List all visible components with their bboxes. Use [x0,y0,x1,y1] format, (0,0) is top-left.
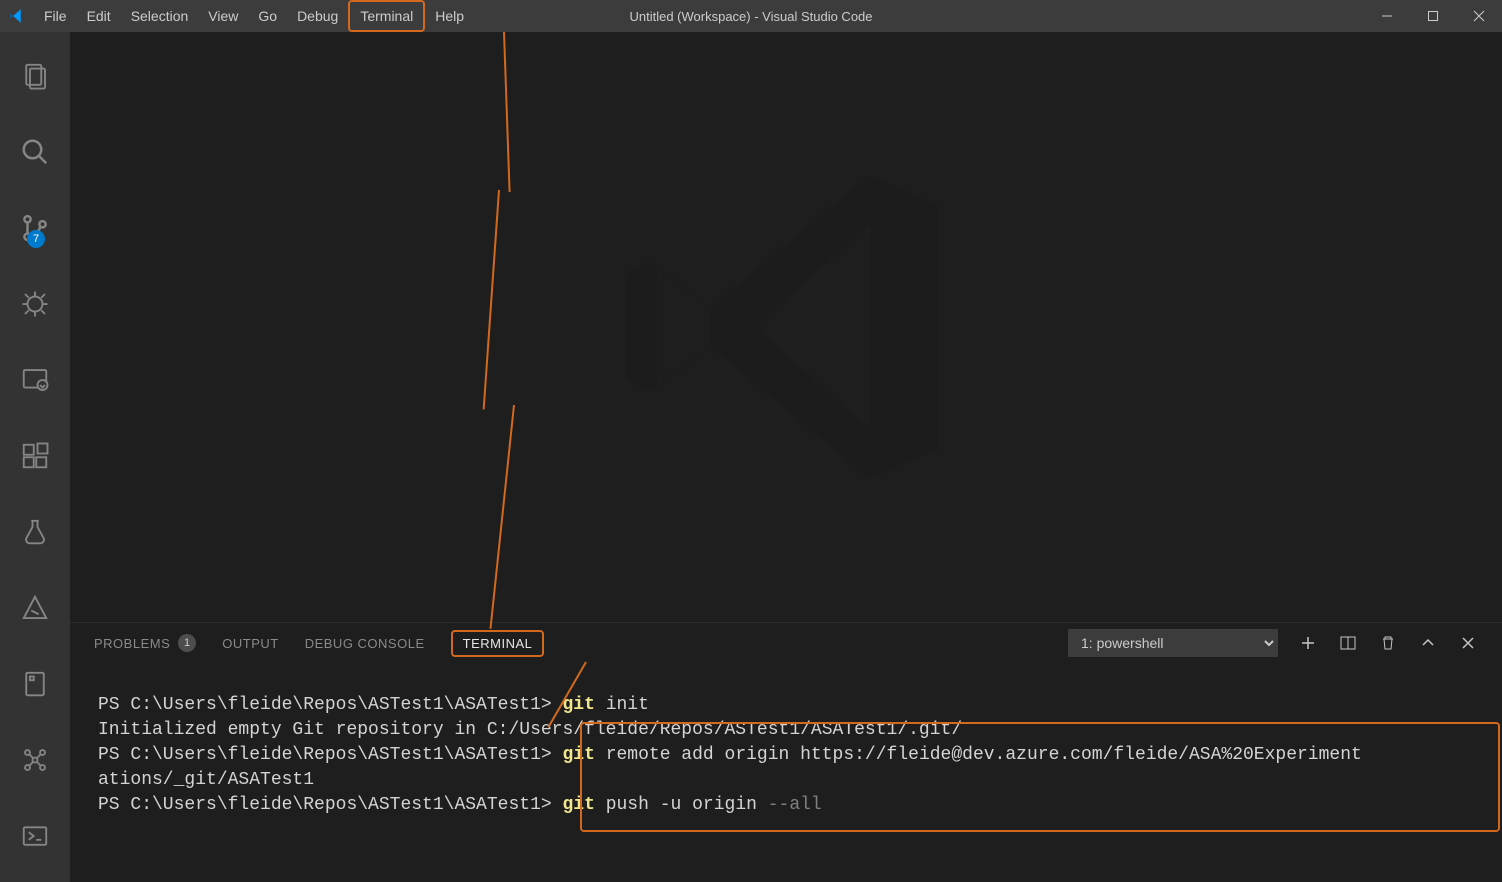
menubar: File Edit Selection View Go Debug Termin… [34,0,474,32]
term-line-4: ations/_git/ASATest1 [98,770,314,790]
menu-terminal[interactable]: Terminal [348,0,425,32]
tab-output[interactable]: OUTPUT [222,630,278,657]
menu-view[interactable]: View [198,0,248,32]
menu-debug[interactable]: Debug [287,0,348,32]
term-line-3-rest: remote add origin https://fleide@dev.azu… [595,745,1362,765]
tablet-icon[interactable] [11,660,59,708]
test-icon[interactable] [11,508,59,556]
menu-selection[interactable]: Selection [121,0,199,32]
window-controls [1364,0,1502,32]
problems-count: 1 [178,634,196,652]
menu-go[interactable]: Go [248,0,287,32]
term-line-1-rest: init [595,695,649,715]
editor-area [70,32,1502,622]
tab-debug-console[interactable]: DEBUG CONSOLE [305,630,425,657]
activity-bar: 7 [0,32,70,882]
term-line-2: Initialized empty Git repository in C:/U… [98,720,962,740]
minimize-button[interactable] [1364,0,1410,32]
panel-tabs: PROBLEMS 1 OUTPUT DEBUG CONSOLE TERMINAL… [70,623,1502,663]
source-control-icon[interactable]: 7 [11,204,59,252]
term-line-5-prompt: PS C:\Users\fleide\Repos\ASTest1\ASATest… [98,795,562,815]
remote-explorer-icon[interactable] [11,356,59,404]
new-terminal-icon[interactable] [1298,633,1318,653]
term-line-3-git: git [562,745,594,765]
panel-toolbar: 1: powershell [1068,629,1478,657]
maximize-panel-icon[interactable] [1418,633,1438,653]
terminal-selector[interactable]: 1: powershell [1068,629,1278,657]
term-line-5-rest: push -u origin [595,795,768,815]
menu-edit[interactable]: Edit [77,0,121,32]
tab-problems-label: PROBLEMS [94,636,170,651]
scm-badge: 7 [27,230,45,248]
vscode-logo-icon [0,7,34,25]
tab-problems[interactable]: PROBLEMS 1 [94,628,196,658]
search-icon[interactable] [11,128,59,176]
maximize-button[interactable] [1410,0,1456,32]
term-line-5-gray: --all [768,795,822,815]
menu-file[interactable]: File [34,0,77,32]
terminal-output[interactable]: PS C:\Users\fleide\Repos\ASTest1\ASATest… [70,663,1502,818]
menu-help[interactable]: Help [425,0,474,32]
term-line-5-git: git [562,795,594,815]
close-panel-icon[interactable] [1458,633,1478,653]
debug-icon[interactable] [11,280,59,328]
tab-terminal[interactable]: TERMINAL [451,630,545,657]
titlebar: File Edit Selection View Go Debug Termin… [0,0,1502,32]
term-line-1-prompt: PS C:\Users\fleide\Repos\ASTest1\ASATest… [98,695,562,715]
split-terminal-icon[interactable] [1338,633,1358,653]
powershell-icon[interactable] [11,812,59,860]
graph-icon[interactable] [11,736,59,784]
azure-icon[interactable] [11,584,59,632]
term-line-1-git: git [562,695,594,715]
close-button[interactable] [1456,0,1502,32]
vscode-watermark-icon [596,137,976,517]
explorer-icon[interactable] [11,52,59,100]
window-title: Untitled (Workspace) - Visual Studio Cod… [629,9,872,24]
term-line-3-prompt: PS C:\Users\fleide\Repos\ASTest1\ASATest… [98,745,562,765]
bottom-panel: PROBLEMS 1 OUTPUT DEBUG CONSOLE TERMINAL… [70,622,1502,882]
kill-terminal-icon[interactable] [1378,633,1398,653]
extensions-icon[interactable] [11,432,59,480]
